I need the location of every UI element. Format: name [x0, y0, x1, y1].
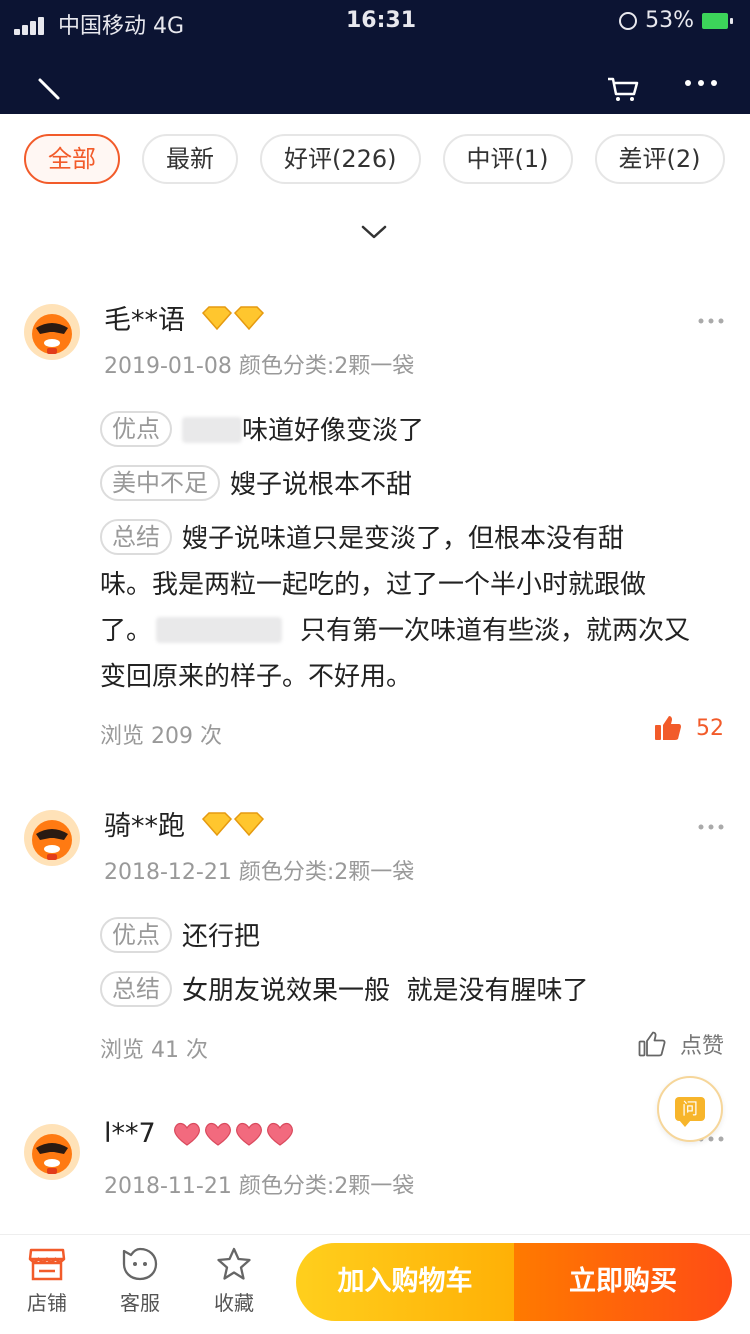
review-username[interactable]: 毛**语: [104, 298, 185, 337]
filter-latest[interactable]: 最新: [142, 134, 238, 184]
review-views: 浏览 209 次: [100, 724, 222, 749]
review-variant: 颜色分类:2颗一袋: [238, 1174, 415, 1199]
carrier: 中国移动 4G: [14, 8, 184, 40]
redacted-text: [156, 617, 283, 643]
avatar[interactable]: [24, 304, 80, 360]
review-meta: 2019-01-08 颜色分类:2颗一袋: [104, 348, 414, 380]
filter-neutral[interactable]: 中评(1): [442, 134, 573, 184]
review-date: 2019-01-08: [104, 354, 232, 379]
review-meta: 2018-11-21 颜色分类:2颗一袋: [104, 1168, 414, 1200]
pros-tag: 优点: [100, 411, 172, 447]
review-meta: 2018-12-21 颜色分类:2颗一袋: [104, 854, 414, 886]
chat-face-icon: [122, 1247, 158, 1281]
like-button[interactable]: 52: [654, 714, 724, 742]
review-more-icon[interactable]: [698, 824, 724, 830]
heart-icon: [173, 1122, 293, 1146]
thumbs-up-icon: [638, 1031, 666, 1057]
review-body: 优点 味道好像变淡了 美中不足 嫂子说根本不甜 总结 嫂子说味道只是变淡了，但根本没有…: [100, 408, 726, 700]
bottom-action-bar: 店铺 客服 收藏 加入购物车 立即购买: [0, 1234, 750, 1334]
pros-text: 味道好像变淡了: [242, 416, 425, 446]
summary-line-2: 味。我是两粒一起吃的，过了一个半小时就跟做: [100, 570, 647, 600]
summary-line-4: 变回原来的样子。不好用。: [100, 662, 413, 692]
pros-text: 还行把: [182, 922, 261, 952]
review-body: 优点 还行把 总结 女朋友说效果一般 就是没有腥味了: [100, 914, 726, 1014]
review-username[interactable]: l**7: [104, 1118, 156, 1149]
customer-service-button[interactable]: 客服: [105, 1247, 175, 1316]
thumbs-up-icon: [655, 716, 681, 740]
review-pros: 优点 还行把: [100, 914, 726, 960]
user-level-badges: [201, 811, 265, 837]
filter-positive[interactable]: 好评(226): [260, 134, 421, 184]
user-level-badges: [201, 305, 265, 331]
cons-text: 嫂子说根本不甜: [230, 470, 413, 500]
cons-tag: 美中不足: [100, 465, 220, 501]
review-filter-chips: 全部 最新 好评(226) 中评(1) 差评(2): [24, 134, 725, 184]
back-arrow-icon[interactable]: [36, 76, 62, 102]
shop-button[interactable]: 店铺: [12, 1247, 82, 1316]
review-username[interactable]: 骑**跑: [104, 804, 185, 843]
review-date: 2018-11-21: [104, 1174, 232, 1199]
summary-line-3: 只有第一次味道有些淡，就两次又: [300, 616, 691, 646]
filter-all[interactable]: 全部: [24, 134, 120, 184]
status-time: 16:31: [346, 8, 417, 33]
summary-text: 女朋友说效果一般 就是没有腥味了: [182, 976, 589, 1006]
status-bar: 中国移动 4G 16:31 53%: [0, 6, 750, 39]
shop-label: 店铺: [27, 1291, 67, 1315]
pros-tag: 优点: [100, 917, 172, 953]
buy-now-button[interactable]: 立即购买: [514, 1243, 732, 1321]
summary-tag: 总结: [100, 519, 172, 555]
review-user: 毛**语: [104, 298, 265, 337]
review-summary: 总结 女朋友说效果一般 就是没有腥味了: [100, 968, 726, 1014]
redacted-text: [182, 417, 242, 443]
review-user: 骑**跑: [104, 804, 265, 843]
avatar[interactable]: [24, 1124, 80, 1180]
service-label: 客服: [120, 1291, 160, 1315]
shop-icon: [28, 1248, 66, 1281]
summary-tag: 总结: [100, 971, 172, 1007]
review-pros: 优点 味道好像变淡了: [100, 408, 726, 454]
user-level-badges: [172, 1121, 298, 1147]
review-variant: 颜色分类:2颗一袋: [238, 860, 415, 885]
summary-line-1: 嫂子说味道只是变淡了，但根本没有甜: [182, 524, 625, 554]
review-cons: 美中不足 嫂子说根本不甜: [100, 462, 726, 508]
chevron-down-icon[interactable]: [360, 222, 388, 242]
favorite-label: 收藏: [214, 1291, 254, 1315]
review-summary: 总结 嫂子说味道只是变淡了，但根本没有甜: [100, 516, 726, 562]
battery-icon: [702, 12, 733, 29]
diamond-icon: [201, 811, 265, 836]
top-bar: 中国移动 4G 16:31 53%: [0, 0, 750, 114]
diamond-icon: [201, 305, 265, 330]
like-button[interactable]: 点赞: [638, 1028, 724, 1060]
filter-negative[interactable]: 差评(2): [594, 134, 725, 184]
avatar[interactable]: [24, 810, 80, 866]
signal-icon: [14, 17, 52, 35]
ask-question-button[interactable]: 问: [657, 1076, 723, 1142]
summary-line-3-row: 了。 只有第一次味道有些淡，就两次又: [100, 608, 726, 654]
summary-line-3-prefix: 了。: [100, 616, 153, 646]
review-views: 浏览 41 次: [100, 1038, 208, 1063]
like-count: 52: [696, 715, 724, 741]
like-label: 点赞: [679, 1034, 724, 1059]
battery-percent: 53%: [645, 8, 694, 33]
cart-icon[interactable]: [606, 76, 640, 102]
review-date: 2018-12-21: [104, 860, 232, 885]
carrier-name: 中国移动 4G: [58, 14, 185, 39]
favorite-button[interactable]: 收藏: [199, 1247, 269, 1316]
add-to-cart-button[interactable]: 加入购物车: [296, 1243, 514, 1321]
review-more-icon[interactable]: [698, 318, 724, 324]
review-variant: 颜色分类:2颗一袋: [238, 354, 415, 379]
orientation-lock-icon: [619, 11, 638, 30]
review-user: l**7: [104, 1118, 298, 1149]
status-right: 53%: [619, 8, 733, 33]
more-icon[interactable]: [683, 78, 719, 88]
star-icon: [217, 1247, 251, 1280]
ask-bubble-icon: 问: [675, 1097, 705, 1127]
